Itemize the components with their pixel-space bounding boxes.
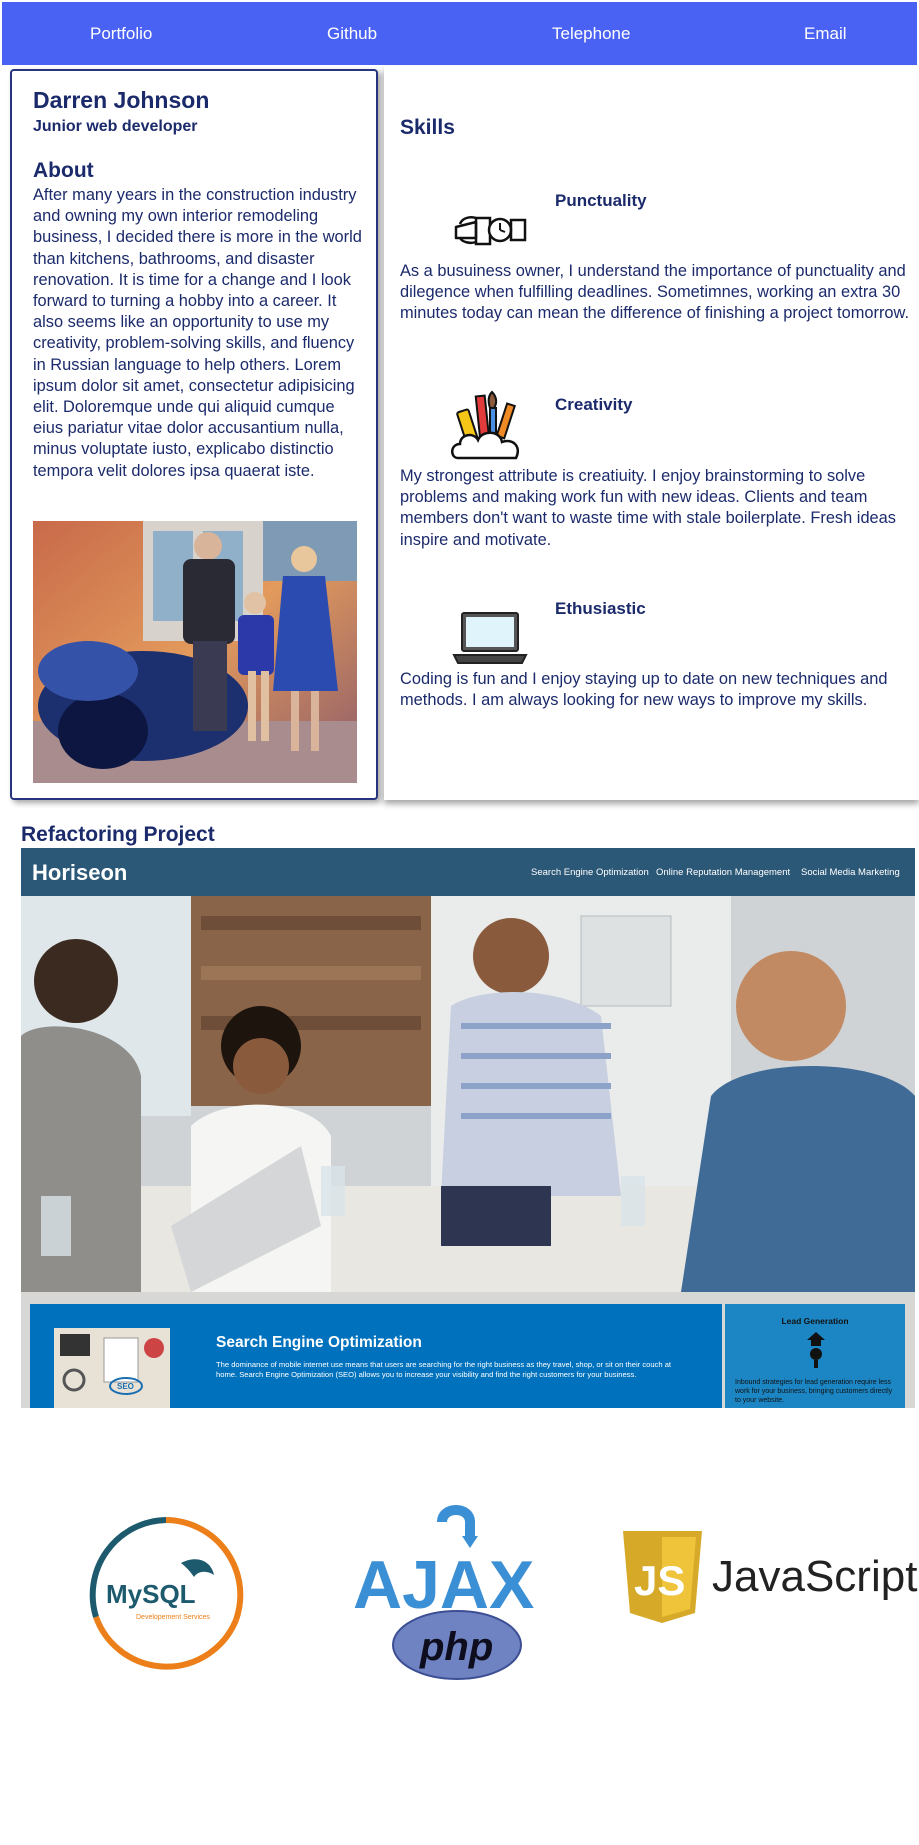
skill-text-enthusiastic: Coding is fun and I enjoy staying up to … [400, 670, 888, 710]
watch-icon [448, 194, 528, 264]
lead-generation-card: Lead Generation Inbound strategies for l… [725, 1304, 905, 1408]
horiseon-hero-image [21, 896, 915, 1292]
lead-text: Inbound strategies for lead generation r… [735, 1379, 893, 1404]
profile-role: Junior web developer [33, 118, 198, 135]
skill-title-enthusiastic: Ethusiastic [555, 599, 646, 618]
family-photo [33, 521, 357, 783]
mysql-subtitle: Developement Services [136, 1614, 210, 1621]
lead-generation-icon [807, 1332, 825, 1368]
javascript-text: JavaScript [712, 1552, 917, 1601]
horiseon-header: Horiseon Search Engine Optimization Onli… [21, 848, 915, 896]
skill-title-creativity: Creativity [555, 395, 633, 414]
seo-section: SEO Search Engine Optimization The domin… [30, 1304, 722, 1408]
about-heading: About [33, 159, 94, 182]
nav-link-telephone[interactable]: Telephone [552, 24, 630, 44]
skills-heading: Skills [400, 116, 455, 139]
ajax-php-logo: AJAX php [350, 1500, 570, 1685]
javascript-logo: JS JavaScript [620, 1527, 919, 1627]
seo-thumb-label: SEO [117, 1382, 134, 1391]
nav-link-github[interactable]: Github [327, 24, 377, 44]
horiseon-logo: Horiseon [32, 860, 128, 885]
mysql-text: MySQL [106, 1579, 196, 1609]
nav-link-email[interactable]: Email [804, 24, 847, 44]
horiseon-content-row: SEO Search Engine Optimization The domin… [21, 1292, 915, 1408]
skills-panel: Skills Punctuality As a busuiness owner,… [384, 66, 919, 800]
php-text: php [419, 1625, 493, 1669]
nav-link-portfolio[interactable]: Portfolio [90, 24, 152, 44]
horiseon-nav-reputation: Online Reputation Management [656, 867, 791, 878]
skill-text-punctuality: As a busuiness owner, I understand the i… [400, 262, 909, 323]
project-heading: Refactoring Project [21, 823, 215, 846]
skill-text-creativity: My strongest attribute is creatiuity. I … [400, 467, 896, 549]
horiseon-project-screenshot[interactable]: Horiseon Search Engine Optimization Onli… [21, 848, 915, 1408]
profile-card: Darren Johnson Junior web developer Abou… [10, 69, 378, 800]
js-badge-text: JS [634, 1557, 685, 1604]
seo-thumbnail: SEO [54, 1328, 170, 1408]
seo-title: Search Engine Optimization [216, 1334, 422, 1351]
skill-title-punctuality: Punctuality [555, 191, 647, 210]
profile-name: Darren Johnson [33, 87, 210, 113]
horiseon-nav-seo: Search Engine Optimization [531, 867, 649, 878]
lead-title: Lead Generation [781, 1316, 849, 1326]
mysql-logo: MySQL Developement Services [86, 1515, 246, 1675]
top-nav: Portfolio Github Telephone Email [2, 2, 917, 65]
about-text: After many years in the construction ind… [33, 186, 362, 480]
horiseon-nav-social: Social Media Marketing [801, 867, 900, 878]
seo-text: The dominance of mobile internet use mea… [216, 1360, 672, 1379]
laptop-icon [448, 599, 528, 669]
paintbrush-cloud-icon [448, 388, 528, 464]
